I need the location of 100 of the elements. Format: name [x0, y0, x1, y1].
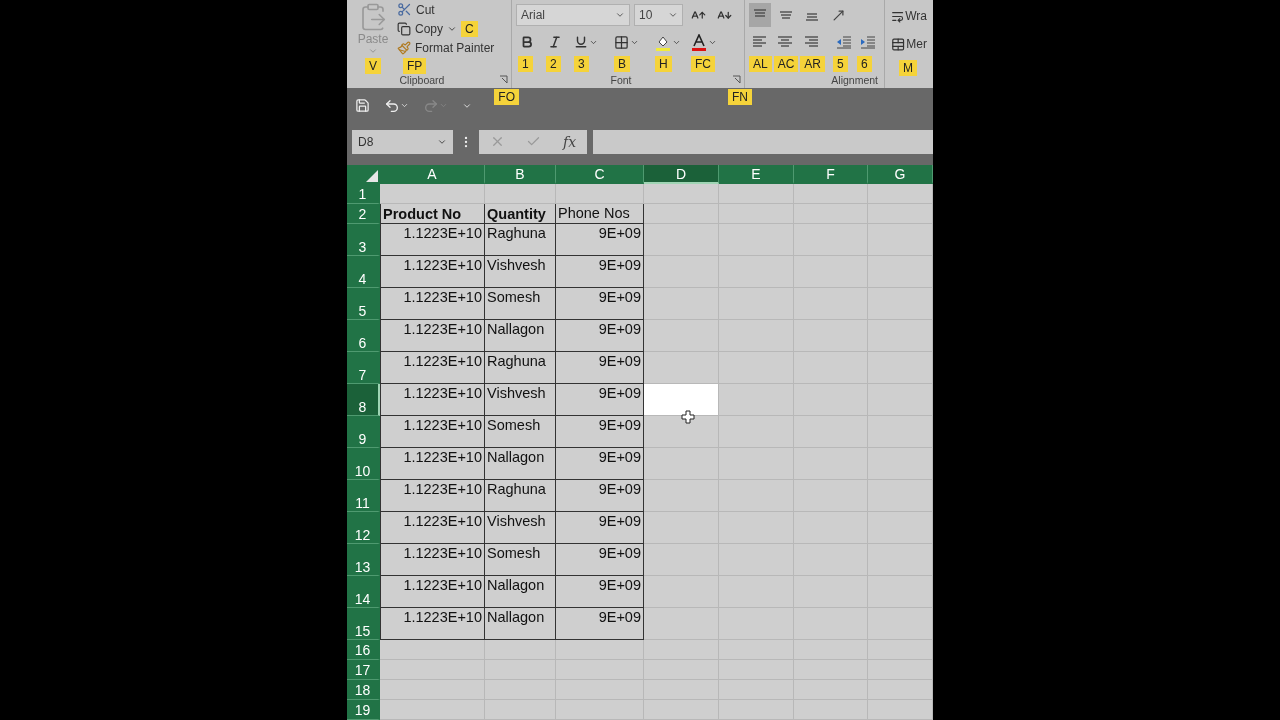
cell[interactable]: 1.1223E+10: [380, 384, 485, 416]
column-header[interactable]: A: [380, 165, 485, 184]
row-header[interactable]: 16: [347, 640, 380, 660]
cell[interactable]: [868, 660, 933, 680]
cell[interactable]: 1.1223E+10: [380, 608, 485, 640]
cell[interactable]: [794, 184, 868, 204]
cell[interactable]: 9E+09: [556, 320, 644, 352]
cell[interactable]: [868, 352, 933, 384]
cell[interactable]: [644, 352, 719, 384]
cell[interactable]: [868, 256, 933, 288]
font-name-dropdown[interactable]: Arial: [516, 4, 630, 26]
dialog-launcher-icon[interactable]: [732, 75, 741, 84]
cell[interactable]: [380, 660, 485, 680]
row-header[interactable]: 11: [347, 480, 380, 512]
cell[interactable]: [644, 224, 719, 256]
row-header[interactable]: 17: [347, 660, 380, 680]
cell[interactable]: [644, 416, 719, 448]
cell[interactable]: Vishvesh: [485, 512, 556, 544]
cell[interactable]: 1.1223E+10: [380, 320, 485, 352]
cell[interactable]: [868, 608, 933, 640]
selected-cell[interactable]: [644, 384, 719, 416]
column-header[interactable]: B: [485, 165, 556, 184]
cell[interactable]: 9E+09: [556, 544, 644, 576]
cell[interactable]: [644, 640, 719, 660]
cell[interactable]: [868, 416, 933, 448]
column-header[interactable]: G: [868, 165, 933, 184]
cell[interactable]: 9E+09: [556, 416, 644, 448]
cell[interactable]: [644, 608, 719, 640]
formula-input[interactable]: [593, 129, 933, 154]
cell[interactable]: [644, 256, 719, 288]
cell[interactable]: [719, 352, 794, 384]
cell[interactable]: [868, 288, 933, 320]
cell[interactable]: 1.1223E+10: [380, 352, 485, 384]
cell[interactable]: Nallagon: [485, 608, 556, 640]
cell[interactable]: 1.1223E+10: [380, 480, 485, 512]
cell[interactable]: [868, 512, 933, 544]
cell[interactable]: [644, 320, 719, 352]
cell[interactable]: 9E+09: [556, 288, 644, 320]
undo-button[interactable]: [384, 97, 409, 114]
cell[interactable]: 9E+09: [556, 352, 644, 384]
cell[interactable]: Somesh: [485, 288, 556, 320]
cell[interactable]: Nallagon: [485, 576, 556, 608]
cell[interactable]: [868, 204, 933, 224]
cell[interactable]: Somesh: [485, 416, 556, 448]
merge-button[interactable]: Mer: [889, 32, 929, 56]
cell[interactable]: [719, 416, 794, 448]
cell[interactable]: 9E+09: [556, 448, 644, 480]
row-header[interactable]: 6: [347, 320, 380, 352]
cell[interactable]: 9E+09: [556, 256, 644, 288]
cell[interactable]: 9E+09: [556, 512, 644, 544]
row-header[interactable]: 10: [347, 448, 380, 480]
cell[interactable]: 1.1223E+10: [380, 544, 485, 576]
row-header[interactable]: 14: [347, 576, 380, 608]
cell[interactable]: [644, 448, 719, 480]
cell[interactable]: Raghuna: [485, 480, 556, 512]
name-box[interactable]: D8: [352, 129, 453, 154]
cell[interactable]: 9E+09: [556, 608, 644, 640]
cell[interactable]: [485, 640, 556, 660]
cell[interactable]: [868, 224, 933, 256]
cell[interactable]: [556, 184, 644, 204]
cell[interactable]: [868, 480, 933, 512]
select-all-icon[interactable]: [366, 170, 378, 182]
row-header[interactable]: 18: [347, 680, 380, 700]
cell[interactable]: [868, 384, 933, 416]
row-header[interactable]: 5: [347, 288, 380, 320]
row-header[interactable]: 8: [347, 384, 380, 416]
font-size-dropdown[interactable]: 10: [634, 4, 683, 26]
row-header[interactable]: 4: [347, 256, 380, 288]
copy-button[interactable]: Copy: [395, 19, 459, 38]
cell[interactable]: 9E+09: [556, 576, 644, 608]
format-painter-button[interactable]: Format Painter: [395, 38, 497, 57]
cell[interactable]: [380, 640, 485, 660]
cell[interactable]: Phone Nos: [556, 204, 644, 224]
cell[interactable]: 9E+09: [556, 384, 644, 416]
cell[interactable]: Vishvesh: [485, 256, 556, 288]
cell[interactable]: [556, 640, 644, 660]
cell[interactable]: 9E+09: [556, 224, 644, 256]
cell[interactable]: [868, 184, 933, 204]
cell[interactable]: 1.1223E+10: [380, 416, 485, 448]
cell[interactable]: Nallagon: [485, 448, 556, 480]
cell[interactable]: [644, 288, 719, 320]
cell[interactable]: Quantity: [485, 204, 556, 224]
cell[interactable]: [868, 448, 933, 480]
row-header[interactable]: 2: [347, 204, 380, 224]
cell[interactable]: [868, 680, 933, 700]
top-align-button[interactable]: [749, 3, 771, 27]
cell[interactable]: 1.1223E+10: [380, 512, 485, 544]
cell[interactable]: Vishvesh: [485, 384, 556, 416]
cell[interactable]: 9E+09: [556, 480, 644, 512]
cell[interactable]: [868, 320, 933, 352]
cell[interactable]: 1.1223E+10: [380, 576, 485, 608]
insert-function-button[interactable]: fx: [563, 133, 577, 150]
row-header[interactable]: 9: [347, 416, 380, 448]
cell[interactable]: [380, 680, 485, 700]
cell[interactable]: [868, 640, 933, 660]
row-header[interactable]: 19: [347, 700, 380, 720]
column-header[interactable]: C: [556, 165, 644, 184]
cell[interactable]: [868, 576, 933, 608]
cell[interactable]: Nallagon: [485, 320, 556, 352]
cell[interactable]: [644, 204, 719, 224]
